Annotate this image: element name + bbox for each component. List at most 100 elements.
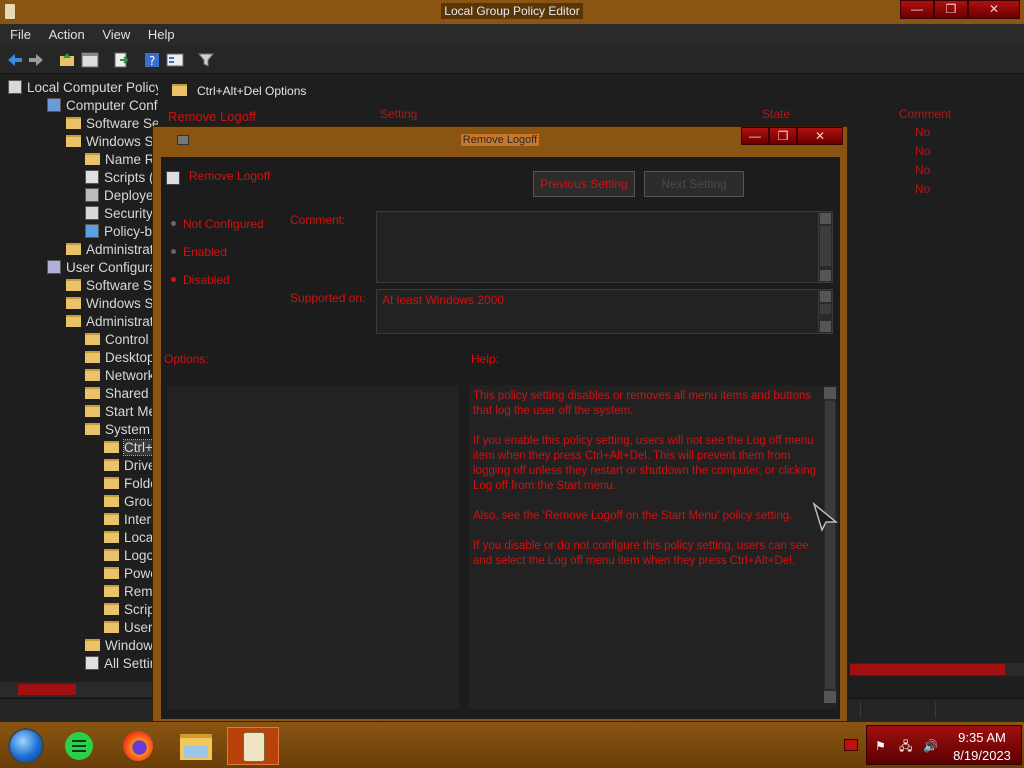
- folder-icon: [66, 243, 81, 255]
- tree-item[interactable]: Windows C: [85, 637, 158, 655]
- tree-item[interactable]: Software Settin: [66, 277, 158, 295]
- folder-icon: [85, 333, 100, 345]
- tree-item[interactable]: Network: [85, 367, 155, 385]
- dialog-maximize-button[interactable]: ❒: [769, 127, 797, 145]
- tree-item[interactable]: Deployed P: [85, 187, 158, 205]
- tree-item[interactable]: Administrative: [66, 313, 158, 331]
- taskbar: ⚑ 🖧 🔊 9:35 AM 8/19/2023: [0, 722, 1024, 768]
- scroll-down-icon[interactable]: [824, 691, 836, 703]
- start-orb-icon[interactable]: [8, 728, 44, 764]
- tree-item[interactable]: Power M: [104, 565, 158, 583]
- up-folder-icon[interactable]: [58, 51, 76, 69]
- minimize-button[interactable]: —: [900, 0, 934, 19]
- scroll-down-icon[interactable]: [820, 321, 831, 332]
- tree-item[interactable]: Group P: [104, 493, 158, 511]
- tree-item[interactable]: Policy-base: [85, 223, 158, 241]
- pane-horizontal-scrollbar[interactable]: [850, 663, 1024, 676]
- volume-icon[interactable]: 🔊: [923, 740, 938, 752]
- column-state[interactable]: State: [762, 107, 790, 121]
- radio-disabled[interactable]: Disabled: [171, 273, 230, 287]
- notes-app-icon[interactable]: [57, 727, 109, 765]
- tree-item[interactable]: Internet: [104, 511, 158, 529]
- export-list-icon[interactable]: [112, 51, 130, 69]
- tree-item[interactable]: Scripts (Sta: [85, 169, 158, 187]
- tree-item[interactable]: Ctrl+Alt+: [104, 439, 158, 457]
- scroll-thumb[interactable]: [820, 304, 831, 314]
- menu-help[interactable]: Help: [138, 24, 175, 42]
- scroll-thumb[interactable]: [850, 664, 1005, 675]
- radio-not-configured[interactable]: Not Configured: [171, 217, 264, 231]
- tree-item[interactable]: Shared Fold: [85, 385, 158, 403]
- supported-on-textbox[interactable]: At least Windows 2000: [376, 289, 833, 334]
- filter-icon[interactable]: [197, 51, 215, 69]
- folder-icon: [66, 279, 81, 291]
- previous-setting-button[interactable]: Previous Setting: [533, 171, 635, 197]
- close-button[interactable]: ✕: [968, 0, 1020, 19]
- maximize-button[interactable]: ❒: [934, 0, 968, 19]
- network-icon[interactable]: 🖧: [899, 740, 913, 752]
- tree-item-label: All Settings: [104, 656, 158, 671]
- scroll-thumb[interactable]: [18, 684, 76, 695]
- next-setting-button[interactable]: Next Setting: [644, 171, 744, 197]
- column-setting[interactable]: Setting: [380, 107, 417, 121]
- tree-item[interactable]: Logon: [104, 547, 158, 565]
- menu-view[interactable]: View: [92, 24, 130, 42]
- supported-scrollbar[interactable]: [818, 290, 832, 333]
- folder-icon: [85, 153, 100, 165]
- tree-item[interactable]: Windows Setti: [66, 133, 158, 151]
- show-hide-tree-icon[interactable]: [81, 51, 99, 69]
- firefox-icon[interactable]: [113, 727, 165, 765]
- scroll-down-icon[interactable]: [820, 270, 831, 281]
- menu-file[interactable]: File: [0, 24, 31, 42]
- user-icon: [47, 260, 61, 274]
- folder-icon: [85, 369, 100, 381]
- help-scrollbar[interactable]: [824, 387, 836, 703]
- tree-item[interactable]: Name Reso: [85, 151, 158, 169]
- tree-horizontal-scrollbar[interactable]: [0, 682, 158, 697]
- scroll-up-icon[interactable]: [820, 291, 831, 302]
- radio-enabled[interactable]: Enabled: [171, 245, 227, 259]
- menu-action[interactable]: Action: [39, 24, 85, 42]
- scroll-thumb[interactable]: [820, 226, 831, 266]
- folder-icon: [104, 567, 119, 579]
- tree-item[interactable]: Scripts: [104, 601, 158, 619]
- help-icon[interactable]: ?: [143, 51, 161, 69]
- tree-item[interactable]: Computer Configura: [47, 97, 158, 115]
- group-policy-editor-icon[interactable]: [227, 727, 279, 765]
- tree-item[interactable]: Locale S: [104, 529, 158, 547]
- tree-item[interactable]: Administrative: [66, 241, 158, 259]
- column-comment[interactable]: Comment: [899, 107, 951, 121]
- forward-arrow-icon[interactable]: [27, 51, 45, 69]
- tree-item[interactable]: All Settings: [85, 655, 158, 673]
- tree-item[interactable]: User Pro: [104, 619, 158, 637]
- comment-scrollbar[interactable]: [818, 212, 832, 282]
- dialog-close-button[interactable]: ✕: [797, 127, 843, 145]
- tree-item[interactable]: Folder R: [104, 475, 158, 493]
- tree-item[interactable]: Software Settin: [66, 115, 158, 133]
- tree-item[interactable]: Start Menu: [85, 403, 158, 421]
- clock-time[interactable]: 9:35 AM: [947, 730, 1017, 745]
- tree-item[interactable]: Local Computer Policy: [8, 79, 158, 97]
- tree-item[interactable]: User Configuration: [47, 259, 158, 277]
- tree-item[interactable]: System: [85, 421, 150, 439]
- folder-icon: [172, 84, 187, 96]
- properties-icon[interactable]: [166, 51, 184, 69]
- tree-item[interactable]: Windows Setti: [66, 295, 158, 313]
- clock-date[interactable]: 8/19/2023: [945, 748, 1019, 763]
- dialog-minimize-button[interactable]: —: [741, 127, 769, 145]
- tree-item[interactable]: Security Se: [85, 205, 158, 223]
- tree-item-label: Administrative: [86, 314, 158, 329]
- tree-item[interactable]: Desktop: [85, 349, 155, 367]
- scroll-thumb[interactable]: [825, 401, 835, 689]
- back-arrow-icon[interactable]: [6, 51, 24, 69]
- flag-icon[interactable]: ⚑: [875, 740, 889, 752]
- scroll-up-icon[interactable]: [820, 213, 831, 224]
- folder-icon: [104, 621, 119, 633]
- tree-item[interactable]: Driver In: [104, 457, 158, 475]
- file-manager-icon[interactable]: [170, 727, 222, 765]
- tree-item[interactable]: Remova: [104, 583, 158, 601]
- tree-item[interactable]: Control Par: [85, 331, 158, 349]
- scroll-up-icon[interactable]: [824, 387, 836, 399]
- show-desktop-button[interactable]: [844, 739, 858, 751]
- comment-textbox[interactable]: [376, 211, 833, 283]
